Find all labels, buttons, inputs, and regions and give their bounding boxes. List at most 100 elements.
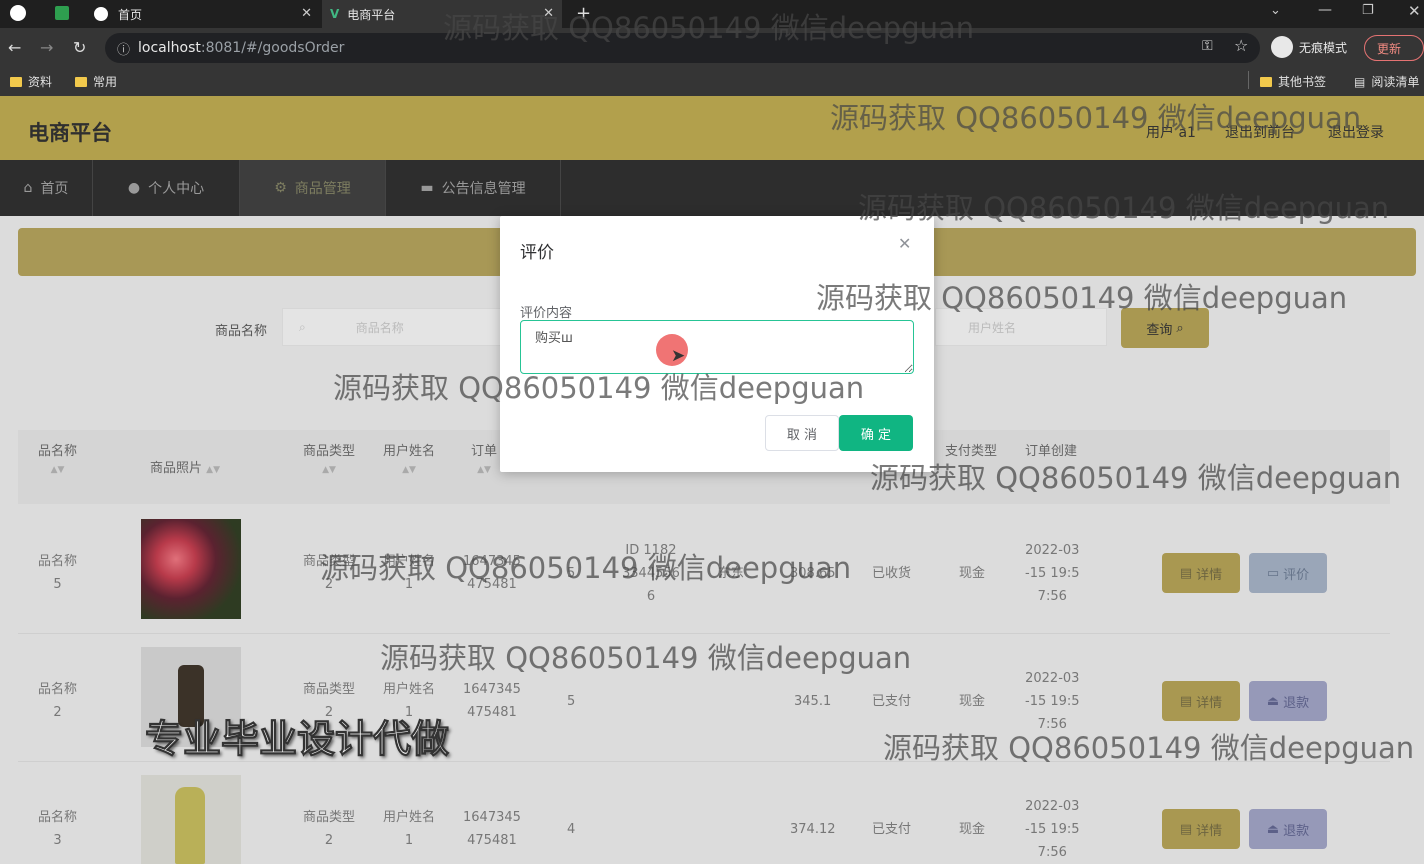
header-label: 品名称 xyxy=(38,444,78,459)
sort-icon[interactable]: ▲▼ xyxy=(38,461,77,479)
nav-label: 首页 xyxy=(40,181,69,197)
cell-status: 已收货 xyxy=(872,566,912,581)
col-order[interactable]: 订单 ▲▼ xyxy=(471,443,497,479)
refund-button[interactable]: ⏏ 退款 xyxy=(1249,681,1327,721)
incognito-label: 无痕模式 xyxy=(1299,40,1348,55)
notice-icon: ▬ xyxy=(420,180,434,196)
detail-button[interactable]: ▤ 详情 xyxy=(1162,809,1240,849)
mouse-cursor-icon: ➤ xyxy=(671,346,686,366)
cell-order: 1647345 475481 xyxy=(463,810,521,848)
bookmark-label: 常用 xyxy=(93,75,118,89)
watermark: 源码获取 QQ86050149 微信deepguan xyxy=(816,281,1348,315)
cell-goods-type: 商品类型 2 xyxy=(303,810,356,848)
other-bookmarks[interactable]: 其他书签 xyxy=(1260,73,1326,90)
header-label: 商品照片 xyxy=(150,461,203,476)
watermark: 源码获取 QQ86050149 微信deepguan xyxy=(443,11,975,45)
incognito-icon xyxy=(1271,36,1293,58)
search-icon: ⌕ xyxy=(1176,320,1184,336)
doc-icon: ▤ xyxy=(1179,821,1193,837)
image-figure xyxy=(175,787,205,864)
bookmark-label: 资料 xyxy=(28,75,53,89)
cell-status: 已支付 xyxy=(872,694,912,709)
cell-status: 已支付 xyxy=(872,822,912,837)
reload-icon[interactable]: ↻ xyxy=(73,38,86,57)
cancel-button[interactable]: 取 消 xyxy=(765,415,839,451)
input-placeholder: 商品名称 xyxy=(355,320,404,335)
back-icon[interactable]: ← xyxy=(8,38,21,57)
goods-name-label: 商品名称 xyxy=(215,324,268,339)
tab-search-icon[interactable]: ⌄ xyxy=(1270,3,1281,18)
incognito-indicator[interactable]: 无痕模式 xyxy=(1271,36,1347,58)
cell-created: 2022-03 -15 19:5 7:56 xyxy=(1025,543,1080,604)
update-button[interactable]: 更新 xyxy=(1364,35,1424,61)
key-icon[interactable]: ⚿ xyxy=(1202,38,1213,54)
url-path: :8081/#/goodsOrder xyxy=(200,40,345,56)
watermark: 源码获取 QQ86050149 微信deepguan xyxy=(883,731,1415,765)
cell-pay-type: 现金 xyxy=(959,566,986,581)
watermark: 源码获取 QQ86050149 微信deepguan xyxy=(333,371,865,405)
cell-pay-type: 现金 xyxy=(959,822,986,837)
watermark: 源码获取 QQ86050149 微信deepguan xyxy=(858,191,1390,225)
reading-list[interactable]: ▤ 阅读清单 xyxy=(1354,73,1419,90)
input-placeholder: 用户姓名 xyxy=(968,320,1017,335)
close-icon[interactable]: ✕ xyxy=(898,234,911,253)
refund-icon: ⏏ xyxy=(1266,693,1280,709)
sort-icon[interactable]: ▲▼ xyxy=(471,461,497,479)
cell-goods-name: 品名称 3 xyxy=(38,810,78,848)
bookmarks-divider xyxy=(1248,71,1249,89)
refund-button[interactable]: ⏏ 退款 xyxy=(1249,809,1327,849)
detail-button[interactable]: ▤ 详情 xyxy=(1162,681,1240,721)
bookmark-folder[interactable]: 常用 xyxy=(75,73,117,90)
cell-price: 345.1 xyxy=(794,694,832,709)
bookmark-label: 其他书签 xyxy=(1278,75,1327,89)
watermark: 源码获取 QQ86050149 微信deepguan xyxy=(380,641,912,675)
minimize-icon[interactable]: — xyxy=(1318,2,1332,18)
forward-icon[interactable]: → xyxy=(40,38,53,57)
promo-overlay: 专业毕业设计代做 xyxy=(144,717,450,762)
sort-icon[interactable]: ▲▼ xyxy=(383,461,435,479)
query-label: 查询 xyxy=(1146,322,1173,338)
col-goods-name[interactable]: 品名称 ▲▼ xyxy=(38,443,77,479)
globe-icon xyxy=(94,7,108,21)
doc-icon: ▤ xyxy=(1179,565,1193,581)
user-icon: ● xyxy=(127,180,141,196)
bookmark-label: 阅读清单 xyxy=(1371,75,1420,89)
window-close-icon[interactable]: ✕ xyxy=(1408,2,1421,20)
bookmark-star-icon[interactable]: ☆ xyxy=(1234,36,1248,55)
app-favicon-icon[interactable] xyxy=(55,6,69,20)
close-icon[interactable]: ✕ xyxy=(301,6,312,21)
detail-button[interactable]: ▤ 详情 xyxy=(1162,553,1240,593)
col-goods-type[interactable]: 商品类型 ▲▼ xyxy=(303,443,355,479)
confirm-button[interactable]: 确 定 xyxy=(839,415,913,451)
reading-list-icon: ▤ xyxy=(1354,74,1366,89)
nav-goods[interactable]: ⚙ 商品管理 xyxy=(240,160,386,216)
goods-name-input[interactable]: ⌕ 商品名称 xyxy=(282,308,502,346)
dialog-title: 评价 xyxy=(520,243,554,263)
col-goods-photo[interactable]: 商品照片 ▲▼ xyxy=(150,460,220,479)
bookmark-folder[interactable]: 资料 xyxy=(10,73,52,90)
folder-icon xyxy=(1260,76,1272,87)
nav-home[interactable]: ⌂ 首页 xyxy=(0,160,93,216)
goods-icon: ⚙ xyxy=(274,180,287,196)
nav-profile[interactable]: ● 个人中心 xyxy=(93,160,240,216)
refund-icon: ⏏ xyxy=(1266,821,1280,837)
cell-quantity: 5 xyxy=(567,694,576,709)
nav-label: 个人中心 xyxy=(148,181,205,197)
review-content-label: 评价内容 xyxy=(520,306,573,321)
tab-label: 电商平台 xyxy=(347,7,396,22)
url-host: localhost xyxy=(138,40,201,56)
cell-created: 2022-03 -15 19:5 7:56 xyxy=(1025,799,1080,860)
restore-icon[interactable]: ❐ xyxy=(1362,3,1374,18)
col-user-name[interactable]: 用户姓名 ▲▼ xyxy=(383,443,435,479)
sort-icon[interactable]: ▲▼ xyxy=(206,465,220,475)
browser-tab-home[interactable]: 首页 ✕ xyxy=(86,0,320,28)
cell-order: 1647345 475481 xyxy=(463,682,521,720)
cell-user-name: 用户姓名 1 xyxy=(383,810,436,848)
review-button[interactable]: ▭ 评价 xyxy=(1249,553,1327,593)
browser-menu-icon[interactable] xyxy=(10,5,26,21)
sort-icon[interactable]: ▲▼ xyxy=(303,461,355,479)
watermark: 源码获取 QQ86050149 微信deepguan xyxy=(830,101,1362,135)
info-icon: ⓘ xyxy=(117,42,131,58)
update-label: 更新 xyxy=(1377,41,1402,56)
nav-notice[interactable]: ▬ 公告信息管理 xyxy=(386,160,561,216)
